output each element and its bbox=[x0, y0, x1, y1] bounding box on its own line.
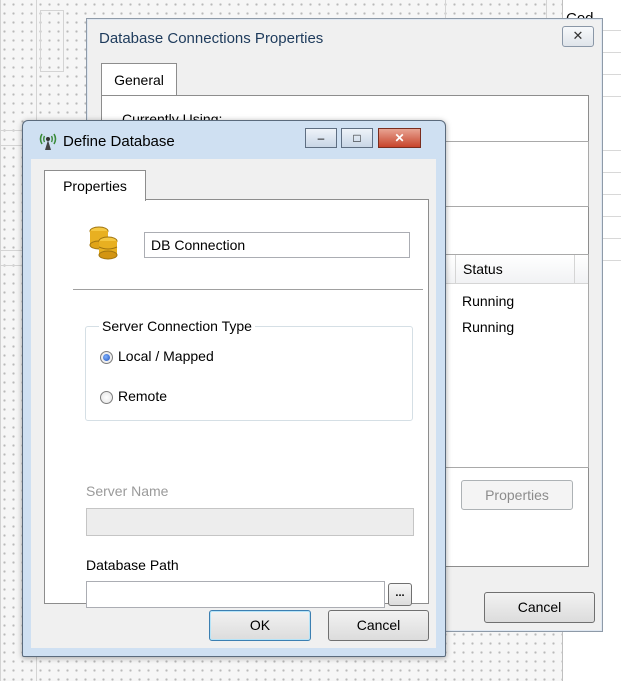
tab-general[interactable]: General bbox=[101, 63, 177, 96]
separator bbox=[73, 289, 423, 290]
radio-remote[interactable] bbox=[100, 391, 113, 404]
properties-button[interactable]: Properties bbox=[461, 480, 573, 510]
column-status-header[interactable]: Status bbox=[455, 255, 575, 283]
database-path-label: Database Path bbox=[86, 557, 179, 573]
designer-guide bbox=[40, 10, 64, 72]
radio-remote-label[interactable]: Remote bbox=[118, 388, 167, 404]
close-button[interactable]: ✕ bbox=[378, 128, 421, 148]
server-name-input bbox=[86, 508, 414, 536]
radio-local-mapped[interactable] bbox=[100, 351, 113, 364]
tab-properties[interactable]: Properties bbox=[44, 170, 146, 201]
close-button[interactable]: ✕ bbox=[562, 26, 594, 47]
dialog-title: Define Database bbox=[63, 133, 175, 150]
server-connection-type-group bbox=[85, 326, 413, 421]
dialog-client-area: Properties DB Connection Server Connecti… bbox=[31, 159, 436, 648]
cancel-button[interactable]: Cancel bbox=[328, 610, 429, 641]
minimize-button[interactable]: ‒ bbox=[305, 128, 337, 148]
properties-tab-page: DB Connection Server Connection Type Loc… bbox=[44, 199, 429, 608]
server-name-label: Server Name bbox=[86, 483, 169, 499]
database-icon bbox=[89, 226, 118, 260]
database-path-input[interactable] bbox=[86, 581, 385, 608]
group-title: Server Connection Type bbox=[99, 318, 255, 334]
browse-button[interactable]: ... bbox=[388, 583, 412, 606]
maximize-button[interactable]: □ bbox=[341, 128, 373, 148]
list-item-status[interactable]: Running bbox=[462, 293, 514, 309]
connection-name-input[interactable]: DB Connection bbox=[144, 232, 410, 258]
dialog-title: Database Connections Properties bbox=[99, 30, 324, 47]
title-bar[interactable]: Define Database ‒ □ ✕ bbox=[23, 121, 445, 161]
define-database-dialog: Define Database ‒ □ ✕ Properties DB Conn… bbox=[22, 120, 446, 657]
cancel-button[interactable]: Cancel bbox=[484, 592, 595, 623]
radio-local-mapped-label[interactable]: Local / Mapped bbox=[118, 348, 214, 364]
ok-button[interactable]: OK bbox=[209, 610, 311, 641]
antenna-icon bbox=[39, 133, 57, 150]
list-item-status[interactable]: Running bbox=[462, 319, 514, 335]
